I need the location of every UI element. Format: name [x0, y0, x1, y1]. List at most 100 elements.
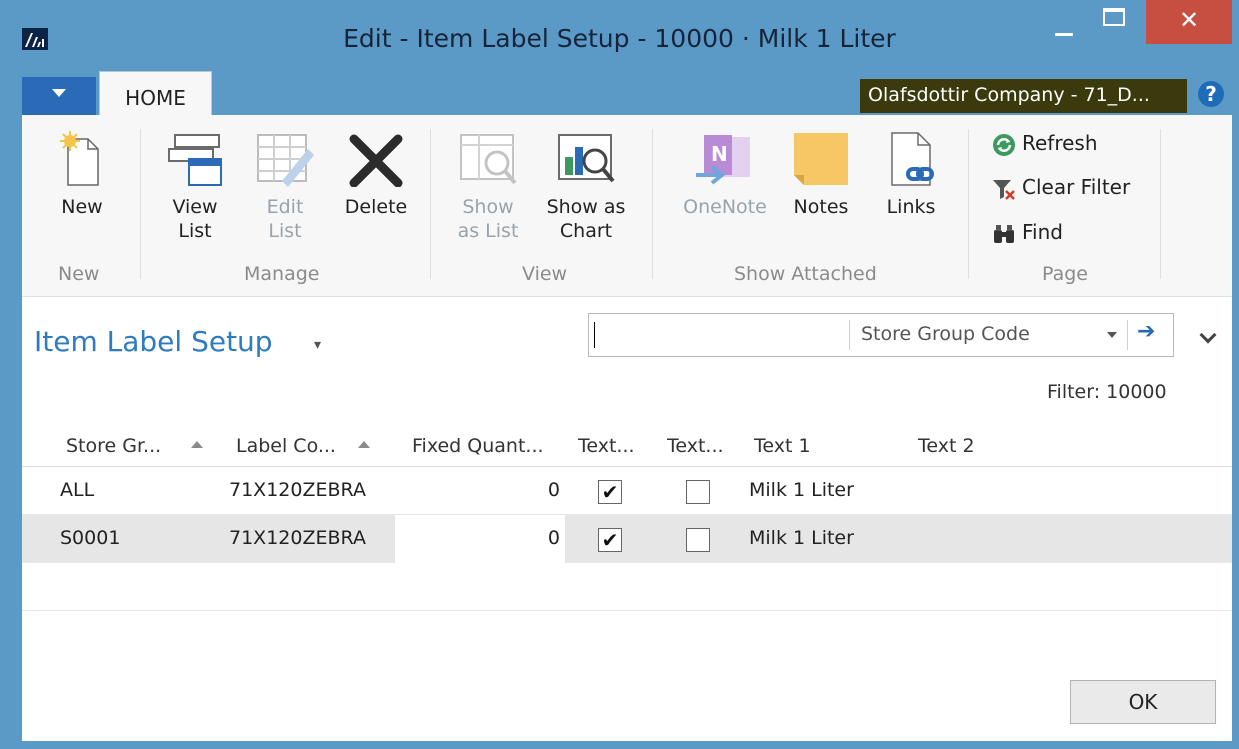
column-label-code[interactable]: Label Co...	[236, 435, 370, 457]
column-store-group-label: Store Gr...	[66, 435, 162, 457]
find-binoculars-icon	[994, 224, 1014, 243]
table-row[interactable]: ALL 71X120ZEBRA 0 ✔ Milk 1 Liter	[22, 467, 1232, 515]
show-as-chart-label-line1: Show as	[546, 196, 626, 218]
view-list-label-line1: View	[172, 196, 218, 218]
group-divider	[430, 129, 431, 279]
show-as-chart-button[interactable]: Show as Chart	[538, 131, 634, 243]
onenote-icon: N	[696, 135, 750, 185]
item-label-grid: Store Gr... Label Co... Fixed Quant... T…	[22, 429, 1232, 611]
minimize-icon	[1055, 33, 1073, 36]
onenote-label: OneNote	[683, 196, 767, 218]
cell-store-group: ALL	[60, 479, 95, 501]
cell-fixed-quantity: 0	[547, 479, 560, 501]
column-fixed-quantity[interactable]: Fixed Quant...	[412, 435, 544, 457]
filter-text: Filter: 10000	[1047, 381, 1167, 403]
group-divider	[652, 129, 653, 279]
clear-filter-button[interactable]: Clear Filter	[992, 175, 1130, 203]
chevron-down-icon[interactable]	[1107, 332, 1117, 338]
delete-label: Delete	[344, 196, 408, 218]
page-title-menu-icon[interactable]: ▾	[314, 337, 321, 353]
maximize-icon	[1103, 8, 1125, 26]
dialog-client: HOME Olafsdottir Company - 71_D... ? New…	[22, 67, 1232, 741]
clear-filter-label: Clear Filter	[1022, 175, 1131, 199]
checkbox-text-a[interactable]: ✔	[598, 528, 622, 552]
group-label-show-attached: Show Attached	[734, 263, 877, 285]
links-label: Links	[886, 196, 936, 218]
cell-fixed-quantity[interactable]: 0	[500, 527, 560, 549]
cell-text-1: Milk 1 Liter	[749, 479, 854, 501]
show-as-chart-label-line2: Chart	[559, 220, 613, 242]
checkbox-text-a[interactable]: ✔	[598, 480, 622, 504]
sort-ascending-icon	[191, 441, 204, 448]
column-text-a[interactable]: Text...	[578, 435, 635, 457]
table-row-selected[interactable]: S0001 71X120ZEBRA 0 ✔ Milk 1 Liter	[22, 515, 1232, 563]
close-icon: ✕	[1178, 6, 1200, 34]
delete-button[interactable]: Delete	[334, 131, 418, 219]
checkbox-text-b[interactable]	[686, 480, 710, 504]
links-icon	[891, 132, 934, 186]
group-divider	[140, 129, 141, 279]
clear-filter-icon	[993, 179, 1015, 200]
dropdown-arrow-icon	[52, 89, 66, 97]
find-label: Find	[1022, 220, 1063, 244]
column-store-group[interactable]: Store Gr...	[66, 435, 204, 457]
show-as-list-label-line2: as List	[457, 220, 519, 242]
notes-label: Notes	[793, 196, 849, 218]
group-label-page: Page	[1042, 263, 1088, 285]
close-button[interactable]: ✕	[1146, 0, 1232, 44]
notes-button[interactable]: Notes	[786, 131, 856, 219]
new-button[interactable]: New	[40, 131, 124, 219]
find-button[interactable]: Find	[992, 220, 1063, 248]
view-list-icon	[168, 134, 222, 186]
show-as-list-label-line1: Show	[462, 196, 514, 218]
cell-label-code: 71X120ZEBRA	[229, 479, 366, 501]
group-divider	[968, 129, 969, 279]
show-as-list-button[interactable]: Show as List	[450, 131, 526, 243]
column-text-2[interactable]: Text 2	[918, 435, 975, 457]
view-list-button[interactable]: View List	[158, 131, 232, 243]
group-label-manage: Manage	[244, 263, 320, 285]
refresh-label: Refresh	[1022, 131, 1098, 155]
refresh-button[interactable]: Refresh	[992, 131, 1098, 159]
ribbon: New New View List Edit List Delete Manag…	[22, 115, 1232, 297]
cell-text-1: Milk 1 Liter	[749, 527, 854, 549]
tab-home[interactable]: HOME	[99, 71, 212, 115]
search-input[interactable]	[595, 321, 845, 349]
group-label-new: New	[58, 263, 100, 285]
links-button[interactable]: Links	[874, 131, 948, 219]
edit-list-label-line2: List	[268, 220, 302, 242]
cell-label-code: 71X120ZEBRA	[229, 527, 366, 549]
notes-icon	[794, 133, 848, 185]
application-menu-button[interactable]	[22, 77, 96, 115]
title-bar[interactable]: Edit - Item Label Setup - 10000 · Milk 1…	[0, 0, 1239, 67]
help-icon[interactable]: ?	[1198, 81, 1224, 107]
page-title[interactable]: Item Label Setup	[34, 325, 273, 358]
group-label-view: View	[522, 263, 568, 285]
checkbox-text-b[interactable]	[686, 528, 710, 552]
new-button-label: New	[61, 196, 103, 218]
minimize-button[interactable]	[1041, 0, 1087, 44]
search-divider	[1127, 320, 1128, 350]
search-box: Store Group Code ➔	[588, 313, 1174, 357]
search-go-arrow-icon[interactable]: ➔	[1137, 319, 1155, 344]
text-cursor	[594, 322, 595, 348]
column-text-b[interactable]: Text...	[667, 435, 724, 457]
cell-store-group: S0001	[60, 527, 121, 549]
column-text-1[interactable]: Text 1	[754, 435, 811, 457]
view-list-label-line2: List	[178, 220, 212, 242]
edit-list-label-line1: Edit	[266, 196, 304, 218]
edit-list-icon	[257, 134, 314, 187]
collapse-chevron-icon[interactable]	[1199, 326, 1217, 344]
search-field-selector[interactable]: Store Group Code	[861, 323, 1030, 345]
sort-ascending-icon	[357, 441, 370, 448]
show-as-chart-icon	[558, 134, 615, 183]
new-row[interactable]	[22, 563, 1232, 611]
company-badge[interactable]: Olafsdottir Company - 71_D...	[860, 79, 1187, 113]
edit-list-button[interactable]: Edit List	[250, 131, 320, 243]
group-divider	[1160, 129, 1161, 279]
maximize-button[interactable]	[1093, 0, 1139, 44]
new-document-icon	[60, 131, 99, 186]
onenote-button[interactable]: N OneNote	[672, 131, 778, 219]
ok-button[interactable]: OK	[1070, 680, 1216, 724]
delete-icon	[349, 134, 403, 187]
